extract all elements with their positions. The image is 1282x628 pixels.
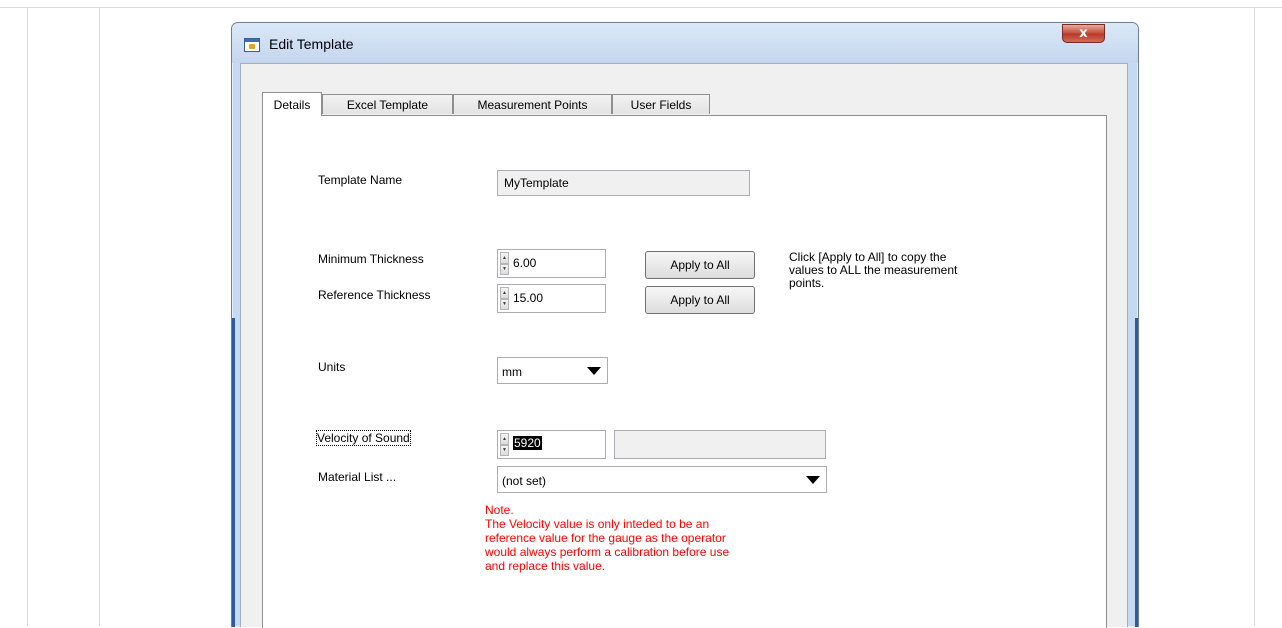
material-list-value: (not set) <box>502 474 547 488</box>
chevron-down-icon <box>806 476 820 484</box>
spin-down-icon[interactable]: ▼ <box>500 298 509 310</box>
close-button[interactable]: x <box>1062 24 1105 43</box>
min-thickness-label: Minimum Thickness <box>318 252 424 266</box>
tab-label: Excel Template <box>346 97 429 112</box>
units-label: Units <box>318 360 346 374</box>
spin-down-icon[interactable]: ▼ <box>500 444 509 456</box>
velocity-value: 5920 <box>513 436 542 450</box>
material-list-dropdown[interactable]: (not set) <box>497 466 827 493</box>
material-list-label: Material List ... <box>318 470 397 484</box>
velocity-spinner[interactable]: ▲ ▼ 5920 <box>497 430 606 459</box>
ref-thickness-label: Reference Thickness <box>318 288 431 302</box>
min-thickness-value: 6.00 <box>513 256 537 270</box>
spin-up-icon[interactable]: ▲ <box>500 252 509 264</box>
document-border-top <box>0 7 1282 8</box>
tab-details[interactable]: Details <box>262 92 322 116</box>
spin-up-icon[interactable]: ▲ <box>500 287 509 299</box>
velocity-note: Note. The Velocity value is only inteded… <box>485 503 730 573</box>
apply-help-text: Click [Apply to All] to copy the values … <box>789 250 958 290</box>
template-name-label: Template Name <box>318 173 403 187</box>
tab-label: User Fields <box>630 97 692 112</box>
document-column-divider <box>99 7 100 626</box>
tab-label: Details <box>273 97 311 112</box>
ref-thickness-spinner[interactable]: ▲ ▼ 15.00 <box>497 284 606 313</box>
tab-excel-template[interactable]: Excel Template <box>322 94 453 114</box>
tab-measurement-points[interactable]: Measurement Points <box>453 94 612 114</box>
chevron-down-icon <box>587 367 601 375</box>
window-frame-right <box>1135 318 1138 627</box>
close-icon: x <box>1079 26 1088 41</box>
apply-button-label: Apply to All <box>670 258 730 272</box>
tab-user-fields[interactable]: User Fields <box>612 94 710 114</box>
apply-button-label: Apply to All <box>670 293 730 307</box>
app-window-icon <box>244 38 260 52</box>
units-dropdown[interactable]: mm <box>497 357 608 384</box>
window-title: Edit Template <box>269 36 354 52</box>
title-bar[interactable]: Edit Template x <box>232 23 1138 63</box>
apply-ref-thickness-button[interactable]: Apply to All <box>645 286 755 314</box>
document-border-left <box>27 7 28 626</box>
window-frame-left <box>232 318 235 627</box>
apply-min-thickness-button[interactable]: Apply to All <box>645 251 755 279</box>
spin-down-icon[interactable]: ▼ <box>500 263 509 275</box>
min-thickness-spinner[interactable]: ▲ ▼ 6.00 <box>497 249 606 278</box>
document-border-right <box>1254 7 1255 626</box>
spin-up-icon[interactable]: ▲ <box>500 433 509 445</box>
template-name-field[interactable]: MyTemplate <box>497 170 750 196</box>
velocity-readonly-field <box>614 430 826 459</box>
units-value: mm <box>502 365 522 379</box>
ref-thickness-value: 15.00 <box>513 291 544 305</box>
tab-label: Measurement Points <box>477 97 588 112</box>
velocity-label: Velocity of Sound <box>316 430 411 446</box>
